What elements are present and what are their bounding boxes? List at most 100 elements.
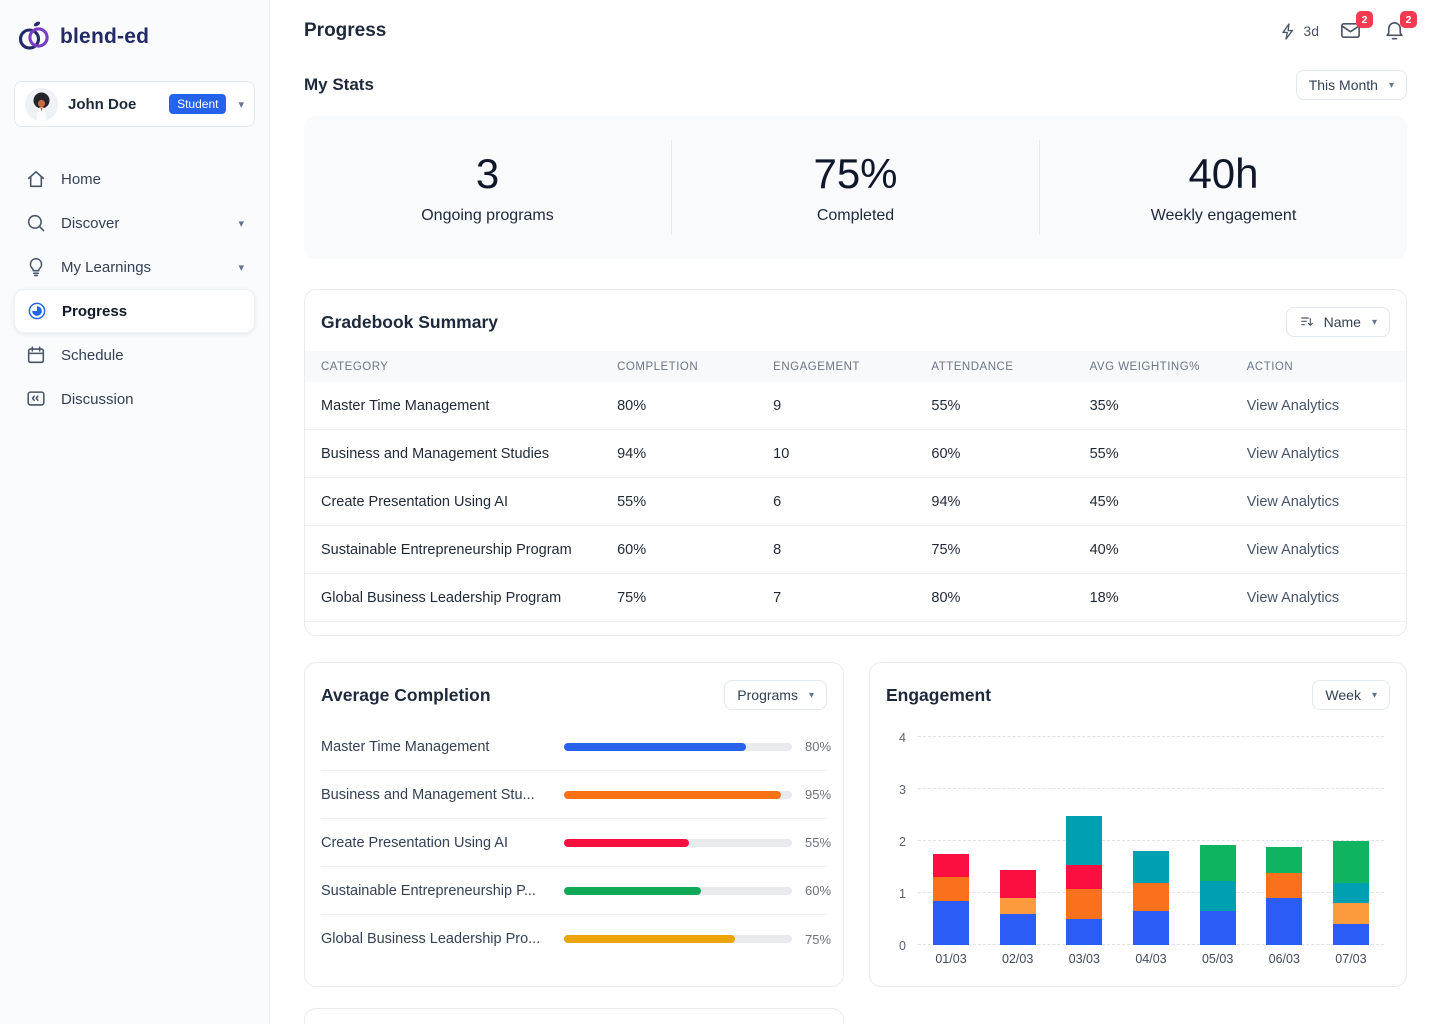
- cell-category: Create Presentation Using AI: [321, 494, 617, 510]
- search-icon: [25, 212, 47, 234]
- stat-weekly-engagement: 40h Weekly engagement: [1040, 150, 1407, 224]
- bar-segment-series-orange: [1266, 873, 1302, 898]
- table-row: Master Time Management 80% 9 55% 35% Vie…: [305, 382, 1406, 430]
- stat-ongoing-programs: 3 Ongoing programs: [304, 150, 671, 224]
- view-analytics-link[interactable]: View Analytics: [1247, 542, 1390, 558]
- program-label: Create Presentation Using AI: [321, 835, 564, 851]
- progress-percent: 95%: [805, 787, 831, 802]
- column-header: ENGAGEMENT: [773, 361, 931, 373]
- bar-segment-series-green: [1266, 847, 1302, 873]
- view-analytics-link[interactable]: View Analytics: [1247, 590, 1390, 606]
- stats-period-value: This Month: [1309, 77, 1378, 93]
- bar-segment-series-blue: [1266, 898, 1302, 945]
- bar-segment-series-blue: [1000, 914, 1036, 945]
- cell-category: Business and Management Studies: [321, 446, 617, 462]
- sidebar: blend-ed John Doe Student ▾ Home Discove…: [0, 0, 270, 1024]
- sidebar-item-label: Home: [61, 171, 101, 188]
- sidebar-item-label: Discussion: [61, 391, 134, 408]
- program-label: Master Time Management: [321, 739, 564, 755]
- bar-segment-series-light-orange: [1000, 898, 1036, 914]
- stat-label: Weekly engagement: [1040, 207, 1407, 225]
- progress-track: [564, 791, 792, 799]
- sidebar-item-discover[interactable]: Discover ▾: [14, 201, 255, 245]
- column-header: AVG WEIGHTING%: [1090, 361, 1247, 373]
- cell-completion: 94%: [617, 446, 773, 462]
- program-label: Sustainable Entrepreneurship P...: [321, 883, 564, 899]
- sidebar-item-schedule[interactable]: Schedule: [14, 333, 255, 377]
- y-tick-label: 0: [899, 939, 906, 953]
- stacked-bar: [1066, 816, 1102, 945]
- logo-text: blend-ed: [60, 25, 149, 49]
- completion-bar-fill: [564, 839, 689, 847]
- bar-segment-series-teal: [1200, 881, 1236, 911]
- profile-card[interactable]: John Doe Student ▾: [14, 81, 255, 127]
- engagement-title: Engagement: [886, 685, 991, 706]
- cell-avg-weighting: 55%: [1090, 446, 1247, 462]
- completion-filter-dropdown[interactable]: Programs ▾: [724, 680, 827, 710]
- average-completion-title: Average Completion: [321, 685, 491, 706]
- view-analytics-link[interactable]: View Analytics: [1247, 494, 1390, 510]
- cell-category: Master Time Management: [321, 398, 617, 414]
- bar-segment-series-orange: [1133, 883, 1169, 912]
- gradebook-sort-value: Name: [1324, 314, 1361, 330]
- y-tick-label: 1: [899, 887, 906, 901]
- list-item: Master Time Management 80%: [321, 723, 827, 771]
- column-header: ATTENDANCE: [931, 361, 1089, 373]
- engagement-period-value: Week: [1325, 687, 1361, 703]
- gradebook-summary-card: Gradebook Summary Name ▾ CATEGORY COMPLE…: [304, 289, 1407, 636]
- bar-segment-series-orange: [1066, 889, 1102, 919]
- y-tick-label: 2: [899, 835, 906, 849]
- role-badge: Student: [169, 94, 226, 114]
- notifications-button[interactable]: 2: [1383, 19, 1407, 43]
- program-label: Business and Management Stu...: [321, 787, 564, 803]
- stat-value: 75%: [672, 150, 1039, 198]
- column-header: CATEGORY: [321, 361, 617, 373]
- gradebook-sort-dropdown[interactable]: Name ▾: [1286, 307, 1390, 337]
- x-tick-label: 03/03: [1053, 952, 1115, 966]
- completion-list: Master Time Management 80% Business and …: [321, 723, 827, 963]
- chevron-down-icon: ▾: [809, 690, 814, 701]
- y-tick-label: 3: [899, 783, 906, 797]
- column-header: COMPLETION: [617, 361, 773, 373]
- list-item: Create Presentation Using AI 55%: [321, 819, 827, 867]
- sidebar-item-progress[interactable]: Progress: [14, 289, 255, 333]
- sidebar-item-label: Schedule: [61, 347, 124, 364]
- messages-button[interactable]: 2: [1339, 19, 1363, 43]
- x-tick-label: 01/03: [920, 952, 982, 966]
- engagement-card: Engagement Week ▾ 01234 01/0302/0303/030…: [869, 662, 1407, 987]
- sidebar-item-label: My Learnings: [61, 259, 151, 276]
- bar-segment-series-blue: [1333, 924, 1369, 945]
- page-header: Progress 3d 2 2: [304, 0, 1407, 62]
- view-analytics-link[interactable]: View Analytics: [1247, 446, 1390, 462]
- cell-engagement: 10: [773, 446, 931, 462]
- bar-segment-series-teal: [1333, 883, 1369, 904]
- stat-label: Ongoing programs: [304, 207, 671, 225]
- cell-attendance: 80%: [931, 590, 1089, 606]
- x-tick-label: 02/03: [987, 952, 1049, 966]
- engagement-bars: [918, 737, 1384, 945]
- my-stats-header: My Stats This Month ▾: [304, 70, 1407, 100]
- stats-period-dropdown[interactable]: This Month ▾: [1296, 70, 1407, 100]
- chevron-down-icon: ▾: [238, 98, 244, 111]
- view-analytics-link[interactable]: View Analytics: [1247, 398, 1390, 414]
- sidebar-item-discussion[interactable]: Discussion: [14, 377, 255, 421]
- streak-indicator[interactable]: 3d: [1279, 22, 1319, 41]
- sidebar-item-home[interactable]: Home: [14, 157, 255, 201]
- sidebar-item-my-learnings[interactable]: My Learnings ▾: [14, 245, 255, 289]
- cell-attendance: 94%: [931, 494, 1089, 510]
- completion-bar-fill: [564, 743, 746, 751]
- cell-category: Global Business Leadership Program: [321, 590, 617, 606]
- bar-segment-series-red: [1000, 870, 1036, 898]
- bar-segment-series-blue: [933, 901, 969, 945]
- cell-completion: 60%: [617, 542, 773, 558]
- table-row: Global Business Leadership Program 75% 7…: [305, 574, 1406, 622]
- discussion-icon: [25, 388, 47, 410]
- average-completion-card: Average Completion Programs ▾ Master Tim…: [304, 662, 844, 987]
- cell-completion: 75%: [617, 590, 773, 606]
- progress-percent: 55%: [805, 835, 831, 850]
- cell-engagement: 7: [773, 590, 931, 606]
- engagement-period-dropdown[interactable]: Week ▾: [1312, 680, 1390, 710]
- main-content: Progress 3d 2 2 My Stats This Month: [270, 0, 1440, 1024]
- cell-completion: 55%: [617, 494, 773, 510]
- gradebook-header-row: CATEGORY COMPLETION ENGAGEMENT ATTENDANC…: [305, 351, 1406, 382]
